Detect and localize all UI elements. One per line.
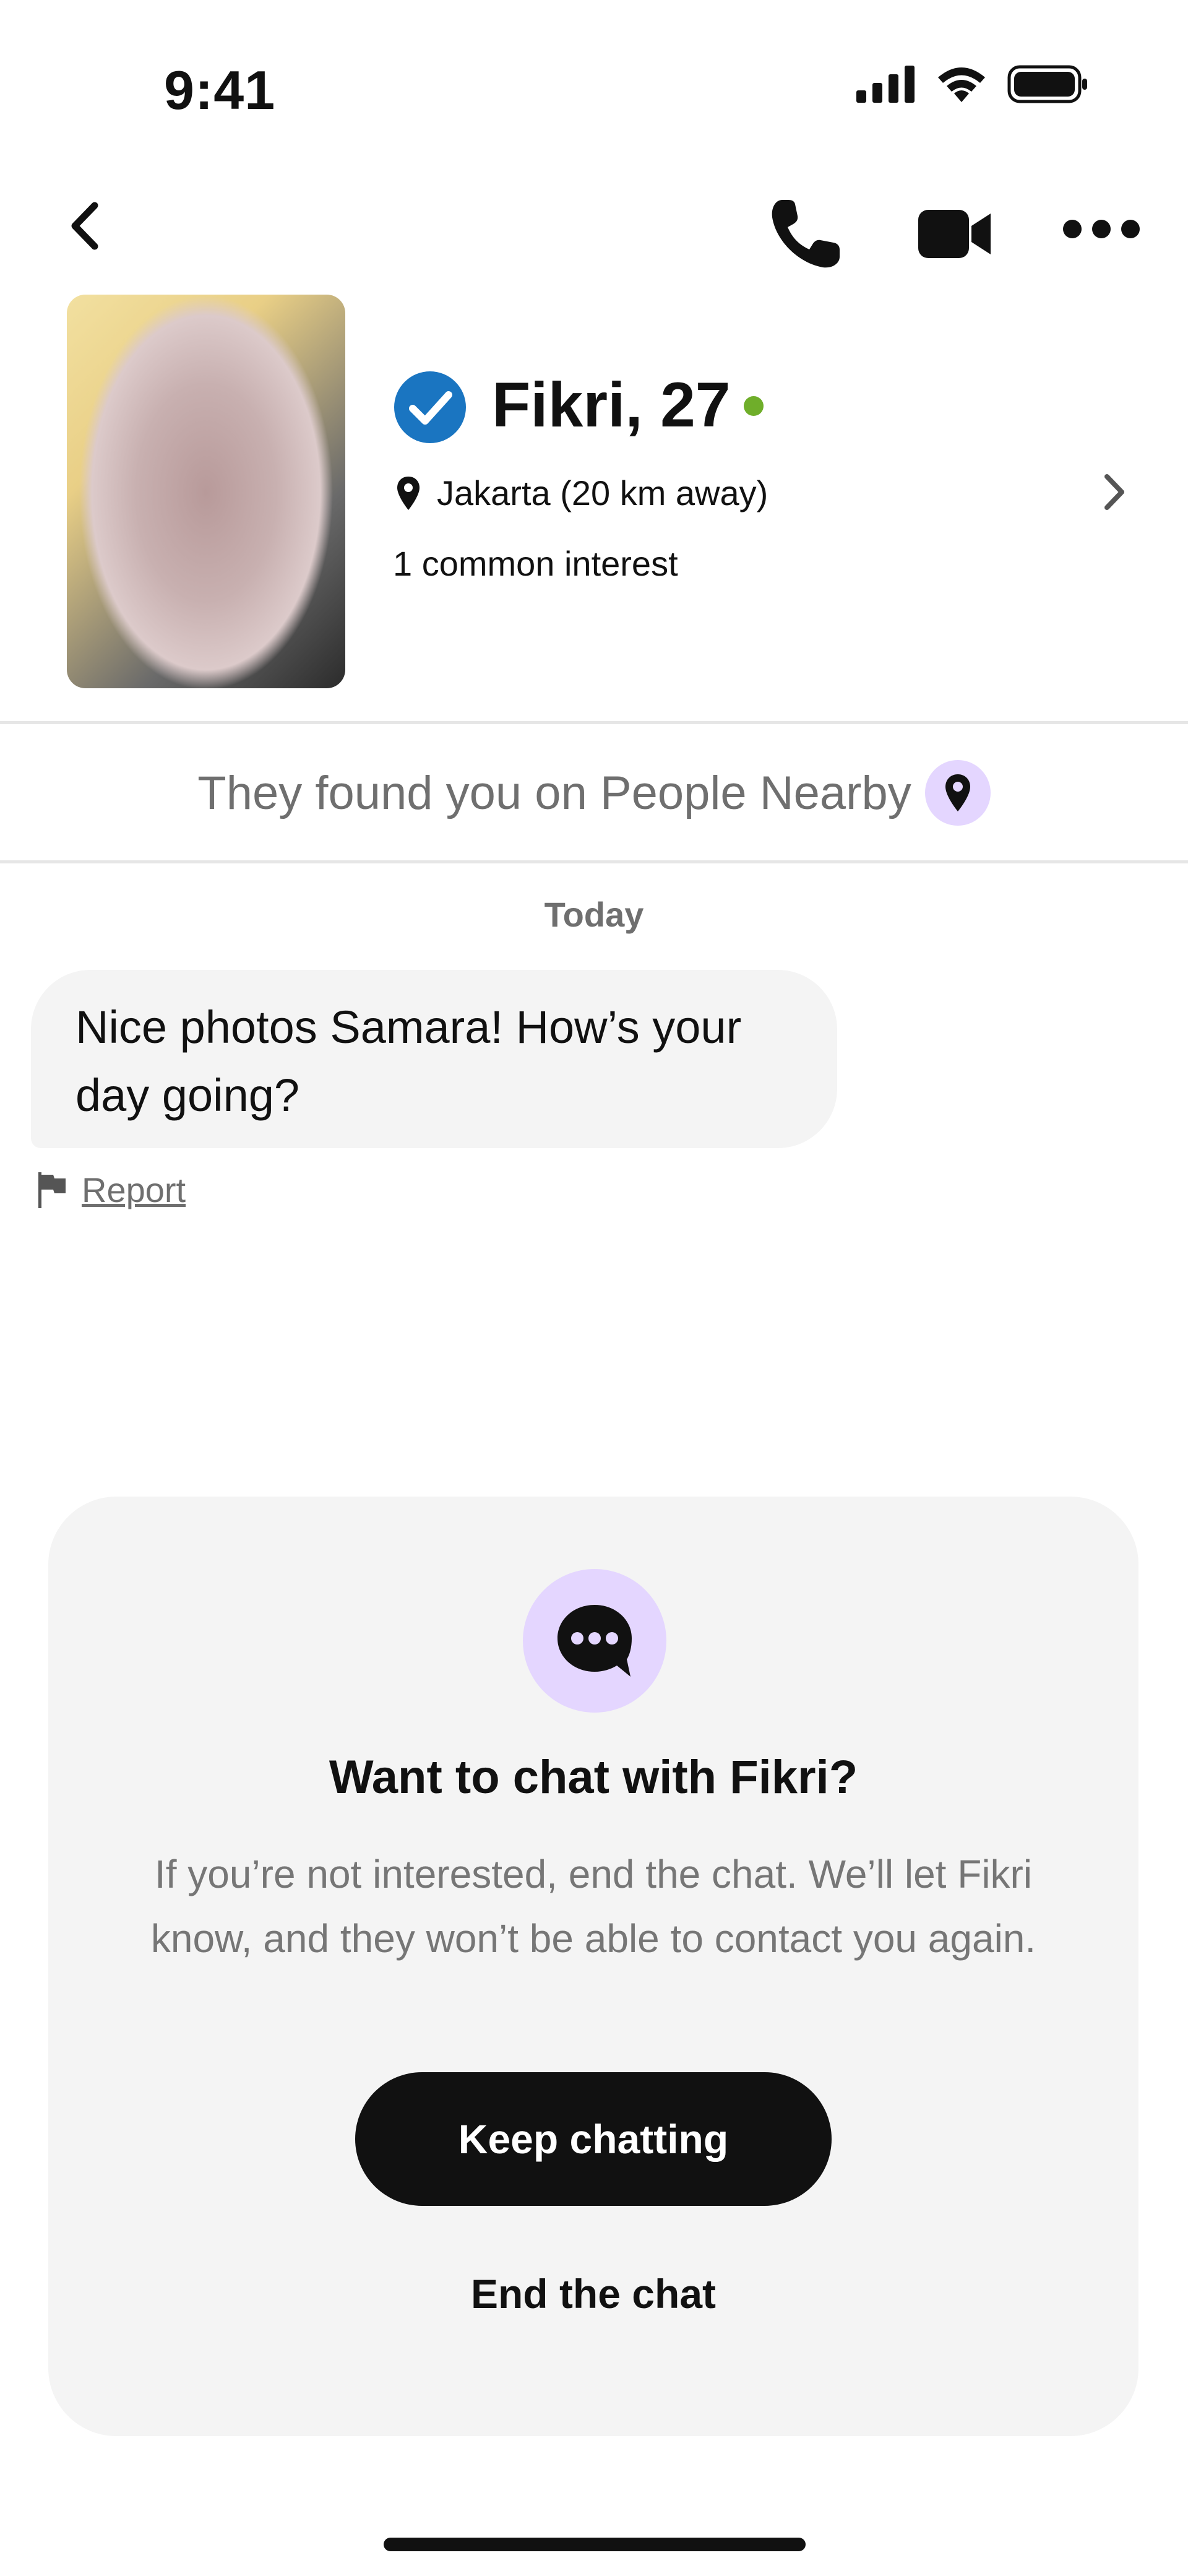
date-separator: Today <box>544 895 644 934</box>
location-text: Jakarta (20 km away) <box>437 473 768 512</box>
chat-bubble-icon <box>557 1605 632 1677</box>
profile-location: Jakarta (20 km away) <box>396 473 768 513</box>
blurred-face <box>67 295 345 688</box>
more-horizontal-icon[interactable] <box>1061 210 1142 248</box>
wifi-icon <box>938 67 985 102</box>
battery-icon <box>1007 65 1087 103</box>
people-nearby-banner: They found you on People Nearby <box>0 724 1188 862</box>
flag-icon <box>38 1172 66 1208</box>
verified-badge-icon <box>394 371 466 443</box>
video-camera-icon[interactable] <box>916 201 993 266</box>
location-pin-icon <box>945 774 970 811</box>
status-time: 9:41 <box>164 59 276 121</box>
card-title: Want to chat with Fikri? <box>329 1751 858 1804</box>
cellular-signal-icon <box>856 66 915 103</box>
banner-text: They found you on People Nearby <box>197 766 911 819</box>
profile-photo[interactable] <box>67 295 345 688</box>
chevron-left-icon[interactable] <box>59 198 114 254</box>
common-interest-text: 1 common interest <box>393 544 678 583</box>
keep-chatting-button[interactable]: Keep chatting <box>355 2072 832 2206</box>
chat-badge <box>523 1569 666 1713</box>
online-status-dot <box>744 396 764 416</box>
end-chat-button[interactable]: End the chat <box>48 2270 1138 2317</box>
people-nearby-badge <box>924 760 991 826</box>
report-label[interactable]: Report <box>82 1170 186 1210</box>
phone-icon[interactable] <box>767 195 845 272</box>
divider <box>0 860 1188 863</box>
chevron-right-icon[interactable] <box>1098 470 1129 514</box>
location-pin-icon <box>397 476 420 510</box>
report-link[interactable]: Report <box>36 1170 186 1210</box>
card-description: If you’re not interested, end the chat. … <box>150 1852 1036 1961</box>
chat-request-card: Want to chat with Fikri? If you’re not i… <box>48 1497 1138 2436</box>
status-icons <box>856 65 1089 103</box>
message-bubble[interactable]: Nice photos Samara! How’s your day going… <box>31 970 837 1148</box>
profile-name-age[interactable]: Fikri, 27 <box>492 369 731 441</box>
top-nav <box>0 186 1188 272</box>
home-indicator[interactable] <box>384 2538 806 2551</box>
